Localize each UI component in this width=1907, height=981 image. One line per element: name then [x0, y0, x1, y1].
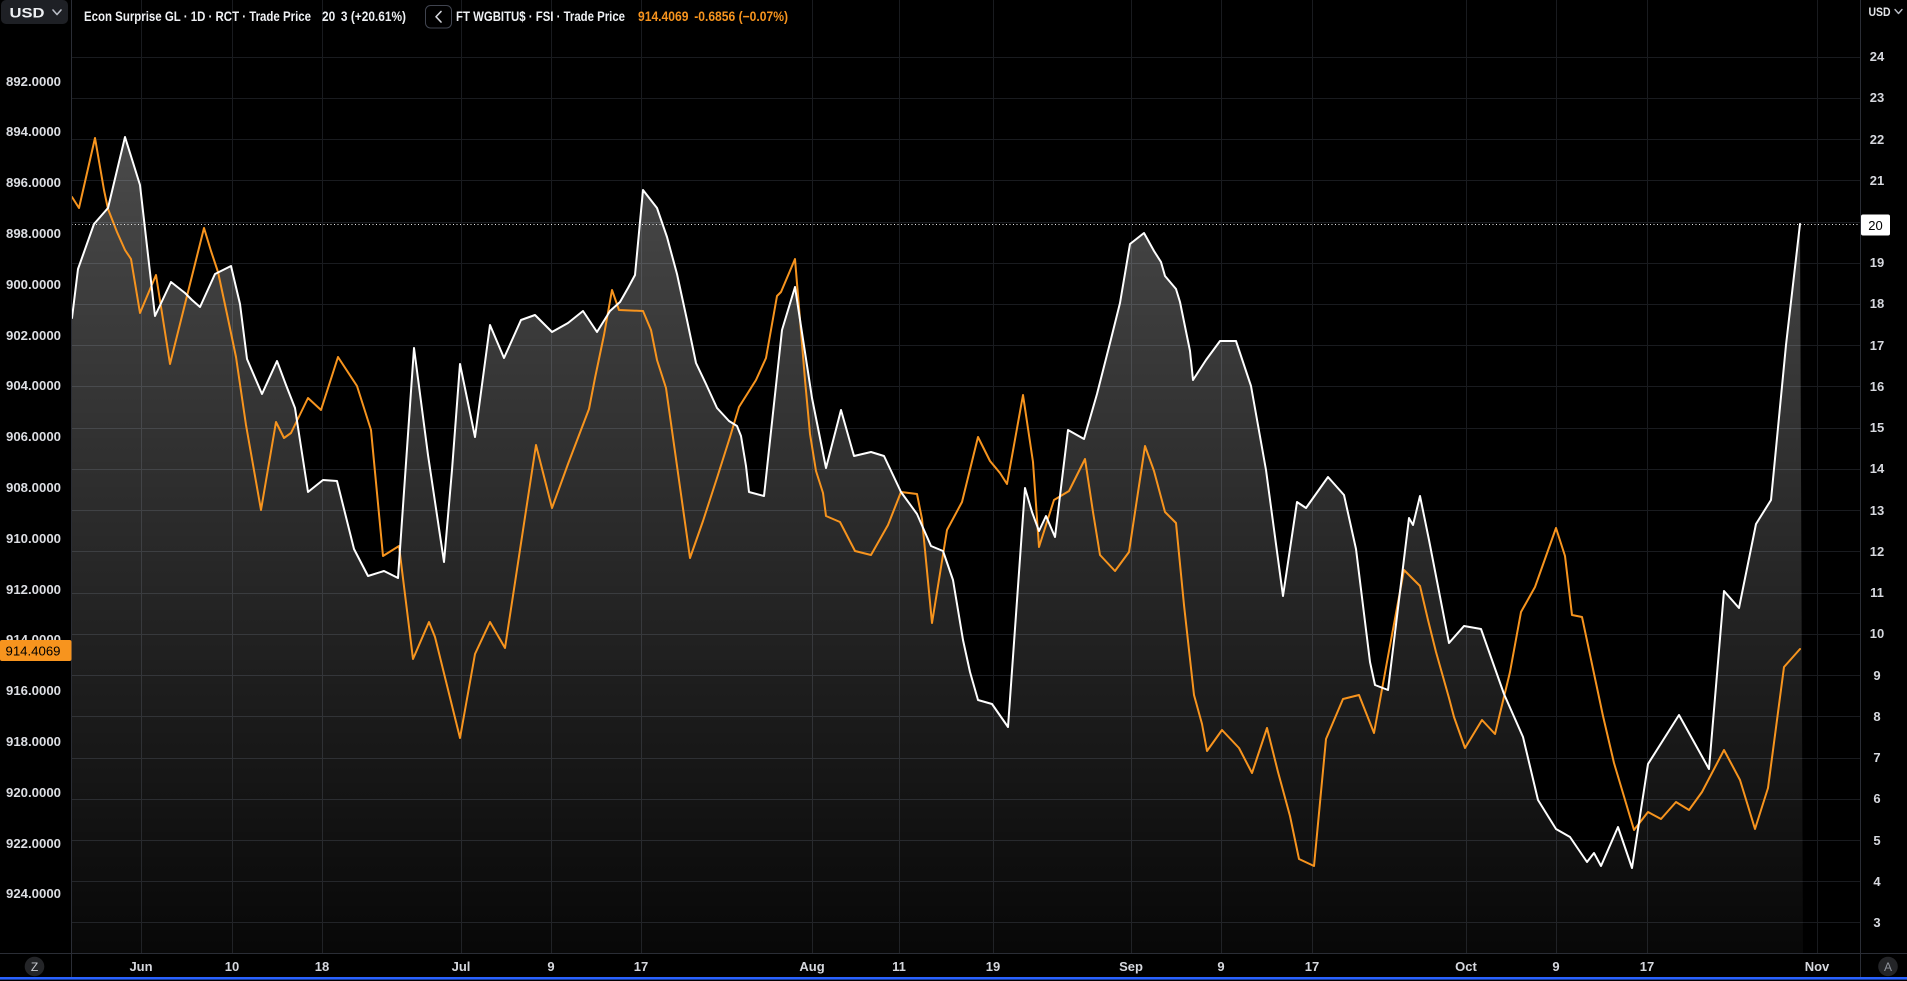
svg-text:908.0000: 908.0000 — [6, 480, 61, 495]
svg-text:902.0000: 902.0000 — [6, 328, 61, 343]
svg-text:USD: USD — [1869, 5, 1891, 19]
svg-text:FT WGBITU$ · FSI · Trade Price: FT WGBITU$ · FSI · Trade Price — [456, 9, 625, 24]
svg-text:22: 22 — [1870, 132, 1884, 147]
svg-text:18: 18 — [315, 959, 329, 974]
svg-text:900.0000: 900.0000 — [6, 277, 61, 292]
svg-text:8: 8 — [1873, 709, 1880, 724]
svg-text:USD: USD — [10, 5, 45, 21]
svg-text:21: 21 — [1870, 173, 1884, 188]
svg-text:Sep: Sep — [1119, 959, 1143, 974]
svg-text:9: 9 — [1873, 668, 1880, 683]
svg-text:904.0000: 904.0000 — [6, 378, 61, 393]
svg-text:9: 9 — [547, 959, 554, 974]
svg-text:24: 24 — [1870, 49, 1885, 64]
svg-text:910.0000: 910.0000 — [6, 531, 61, 546]
svg-text:17: 17 — [1870, 338, 1884, 353]
svg-text:Econ Surprise GL · 1D · RCT ·: Econ Surprise GL · 1D · RCT · Trade Pric… — [84, 9, 311, 24]
svg-text:6: 6 — [1873, 791, 1880, 806]
svg-text:10: 10 — [225, 959, 239, 974]
svg-text:Jul: Jul — [452, 959, 471, 974]
svg-text:14: 14 — [1870, 461, 1885, 476]
svg-text:906.0000: 906.0000 — [6, 429, 61, 444]
svg-text:Oct: Oct — [1455, 959, 1477, 974]
svg-text:5: 5 — [1873, 833, 1880, 848]
svg-text:17: 17 — [1640, 959, 1654, 974]
svg-text:Z: Z — [31, 960, 38, 974]
svg-text:16: 16 — [1870, 379, 1884, 394]
svg-text:A: A — [1884, 960, 1892, 974]
svg-text:922.0000: 922.0000 — [6, 836, 61, 851]
svg-text:914.4069: 914.4069 — [6, 644, 61, 659]
svg-text:912.0000: 912.0000 — [6, 582, 61, 597]
svg-text:17: 17 — [1305, 959, 1319, 974]
svg-text:892.0000: 892.0000 — [6, 74, 61, 89]
svg-text:20 3 (+20.61%): 20 3 (+20.61%) — [322, 9, 406, 24]
svg-text:20: 20 — [1868, 218, 1882, 233]
svg-text:18: 18 — [1870, 296, 1884, 311]
svg-text:19: 19 — [1870, 255, 1884, 270]
svg-text:Nov: Nov — [1805, 959, 1830, 974]
svg-text:19: 19 — [986, 959, 1000, 974]
svg-text:9: 9 — [1552, 959, 1559, 974]
svg-text:914.4069 -0.6856 (−0.07%): 914.4069 -0.6856 (−0.07%) — [638, 9, 788, 24]
svg-text:Jun: Jun — [129, 959, 152, 974]
svg-text:896.0000: 896.0000 — [6, 175, 61, 190]
svg-text:13: 13 — [1870, 503, 1884, 518]
svg-text:9: 9 — [1217, 959, 1224, 974]
svg-text:Aug: Aug — [799, 959, 824, 974]
svg-text:11: 11 — [892, 959, 906, 974]
svg-text:7: 7 — [1873, 750, 1880, 765]
svg-text:23: 23 — [1870, 90, 1884, 105]
svg-text:920.0000: 920.0000 — [6, 785, 61, 800]
svg-text:924.0000: 924.0000 — [6, 886, 61, 901]
svg-text:894.0000: 894.0000 — [6, 124, 61, 139]
svg-text:898.0000: 898.0000 — [6, 226, 61, 241]
svg-text:4: 4 — [1873, 874, 1881, 889]
svg-text:918.0000: 918.0000 — [6, 734, 61, 749]
svg-text:916.0000: 916.0000 — [6, 683, 61, 698]
svg-text:17: 17 — [634, 959, 648, 974]
svg-text:11: 11 — [1870, 585, 1884, 600]
svg-text:3: 3 — [1873, 915, 1880, 930]
svg-text:10: 10 — [1870, 626, 1884, 641]
svg-text:12: 12 — [1870, 544, 1884, 559]
svg-text:15: 15 — [1870, 420, 1884, 435]
